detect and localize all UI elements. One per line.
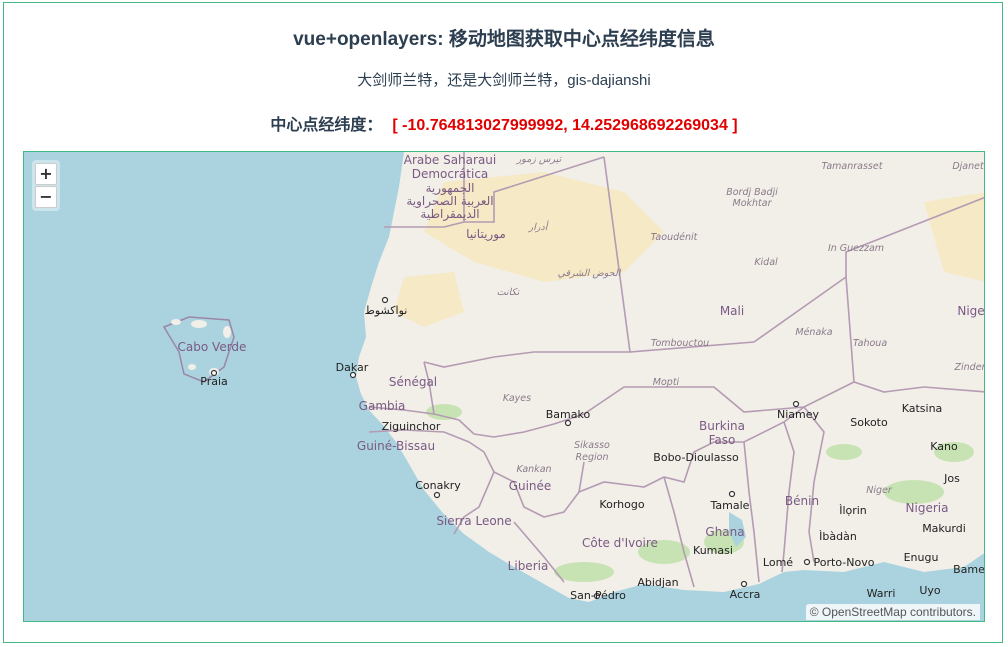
- country-label: Sierra Leone: [436, 514, 511, 528]
- country-label: Bénin: [785, 494, 819, 508]
- region-label: Bordj Badji: [726, 187, 778, 198]
- region-label: Region: [576, 452, 609, 463]
- region-label: Mopti: [653, 377, 680, 388]
- country-label: Democrática: [412, 167, 489, 181]
- region-label: Djanet: [952, 161, 985, 172]
- country-label: Liberia: [508, 559, 549, 573]
- region-label: تكانت: [497, 287, 521, 298]
- city-label: Bame: [953, 563, 985, 576]
- region-label: أدرار: [528, 220, 550, 233]
- city-label: Bamako: [546, 408, 591, 421]
- country-label: Côte d'Ivoire: [582, 536, 658, 550]
- region-label: In Guezzam: [828, 243, 884, 254]
- city-label: Dakar: [336, 361, 369, 374]
- map-attribution: © OpenStreetMap contributors.: [805, 604, 980, 620]
- country-label: Arabe Saharaui: [404, 153, 496, 167]
- city-label: Ìlọrin: [839, 504, 867, 517]
- region-label: Taoudénit: [651, 232, 699, 243]
- city-label: Jos: [943, 472, 960, 485]
- region-label: Sikasso: [574, 440, 610, 451]
- page-subtitle: 大剑师兰特，还是大剑师兰特，gis-dajianshi: [357, 72, 651, 89]
- osm-attribution-link[interactable]: OpenStreetMap: [822, 605, 907, 619]
- region-label: Niger: [866, 485, 893, 496]
- region-label: Kankan: [516, 464, 551, 475]
- city-label: Accra: [730, 588, 761, 601]
- attribution-suffix: contributors.: [909, 605, 976, 619]
- city-label: Katsina: [902, 402, 943, 415]
- center-coordinate-readout: 中心点经纬度： [ -10.764813027999992, 14.2529686…: [0, 111, 1008, 135]
- page-title: vue+openlayers: 移动地图获取中心点经纬度信息: [293, 29, 715, 50]
- city-label: Kano: [930, 440, 958, 453]
- region-label: Tombouctou: [651, 338, 709, 349]
- city-label: نواكشوط: [365, 304, 408, 317]
- country-label: Burkina: [699, 419, 745, 433]
- city-label: Enugu: [904, 551, 939, 564]
- city-label: Niamey: [777, 408, 820, 421]
- city-label: Warri: [867, 587, 896, 600]
- region-label: Tahoua: [853, 338, 887, 349]
- region-label: Zinder: [954, 362, 985, 373]
- country-label: Nige: [957, 304, 984, 318]
- city-label: Bobo-Dioulasso: [653, 451, 739, 464]
- zoom-out-button[interactable]: −: [35, 186, 57, 208]
- city-label: Tamale: [710, 499, 750, 512]
- country-label: Mali: [720, 304, 744, 318]
- city-label: Makurdi: [922, 522, 966, 535]
- center-label: 中心点经纬度：: [270, 117, 383, 134]
- zoom-in-button[interactable]: +: [35, 163, 57, 185]
- country-label: Ghana: [705, 525, 744, 539]
- country-label: Sénégal: [389, 375, 437, 389]
- country-label: موريتانيا: [466, 227, 506, 242]
- country-label: الديمقراطية: [420, 207, 479, 222]
- city-label: Ziguinchor: [382, 420, 441, 433]
- region-label: Ménaka: [795, 327, 832, 338]
- country-label: Faso: [709, 433, 736, 447]
- city-label: Uyo: [919, 584, 941, 597]
- region-label: Kidal: [754, 257, 778, 268]
- country-label: Gambia: [359, 399, 406, 413]
- city-label: San-Pédro: [570, 589, 626, 602]
- map-canvas[interactable]: Arabe Saharaui Democrática الجمهورية الع…: [24, 152, 985, 622]
- country-label: Guinée: [509, 479, 552, 493]
- city-label: Conakry: [415, 479, 461, 492]
- country-label: Nigeria: [906, 501, 949, 515]
- city-label: Kumasi: [693, 544, 733, 557]
- city-label: Korhogo: [599, 498, 644, 511]
- city-label: Abidjan: [637, 576, 678, 589]
- region-label: Mokhtar: [733, 198, 773, 209]
- region-label: Tamanrasset: [822, 161, 884, 172]
- region-label: الحوض الشرقي: [558, 268, 622, 279]
- copyright-symbol: ©: [809, 605, 819, 619]
- city-label: Praia: [200, 375, 228, 388]
- city-label: Lomé: [763, 556, 793, 569]
- zoom-control: + −: [32, 160, 60, 211]
- region-label: تيرس زمور: [516, 154, 563, 165]
- city-label: Sokoto: [850, 416, 888, 429]
- center-coordinate-value: [ -10.764813027999992, 14.25296869226903…: [392, 117, 738, 134]
- map-viewport[interactable]: Arabe Saharaui Democrática الجمهورية الع…: [23, 151, 985, 622]
- city-label: Ìbàdàn: [819, 530, 857, 543]
- region-label: Kayes: [503, 393, 531, 404]
- country-label: Cabo Verde: [178, 340, 247, 354]
- country-label: Guiné-Bissau: [357, 439, 435, 453]
- city-label: Porto-Novo: [814, 556, 875, 569]
